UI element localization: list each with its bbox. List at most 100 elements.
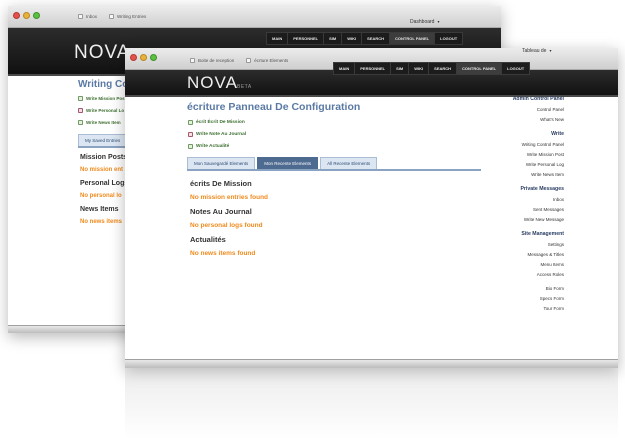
sidebar-link-writing-cp[interactable]: Writing Control Panel: [454, 142, 564, 147]
tab-all-recent-elements[interactable]: All Recente Elements: [320, 157, 378, 169]
sidebar-link-sent[interactable]: Sent Messages: [454, 207, 564, 212]
back-tab-writing[interactable]: Writing Entries: [109, 14, 146, 19]
page-icon: [78, 120, 83, 125]
page-title: écriture Panneau De Configuration: [187, 101, 361, 113]
sidebar-link-control-panel[interactable]: Control Panel: [454, 107, 564, 112]
window-controls: [13, 12, 40, 19]
nova-logo: NOVA: [187, 73, 238, 92]
page-icon: [78, 96, 83, 101]
front-site-header: NOVA BETA Main Personnel Sim Wiki Search…: [125, 62, 618, 97]
sidebar-link-specs-form[interactable]: Specs Form: [454, 296, 564, 301]
front-action-list: écrit Écrit De Mission Write Note Au Jou…: [188, 120, 246, 149]
window-controls: [130, 54, 157, 61]
back-write-mission-link[interactable]: Write Mission Pos: [78, 96, 125, 101]
back-page-title: Writing Co: [78, 79, 129, 90]
sidebar-link-settings[interactable]: Settings: [454, 242, 564, 247]
nav-personnel[interactable]: Personnel: [355, 63, 392, 74]
write-news-item-link[interactable]: Write Actualité: [188, 144, 246, 149]
sidebar-link-bio-form[interactable]: Bio Form: [454, 286, 564, 291]
back-empty-message: No personal lo: [80, 193, 122, 199]
front-window-footer: [125, 359, 618, 368]
back-content-tabs: My Saved Entries: [78, 134, 128, 148]
nav-wiki[interactable]: Wiki: [409, 63, 430, 74]
nav-personnel[interactable]: Personnel: [288, 33, 325, 44]
minimize-window-button[interactable]: [140, 54, 147, 61]
sidebar-link-write-log[interactable]: Write Personal Log: [454, 162, 564, 167]
write-personal-log-link[interactable]: Write Note Au Journal: [188, 132, 246, 137]
section-title-logs: Notes Au Journal: [190, 207, 252, 216]
window-reflection: [125, 368, 618, 439]
back-main-nav: Main Personnel Sim Wiki Search Control P…: [266, 32, 464, 45]
front-user-menu[interactable]: Tableau de ▾: [522, 48, 551, 54]
tab-saved-elements[interactable]: Mon Sauvegardé Elements: [187, 157, 256, 169]
page-icon: [109, 14, 115, 19]
tab-recent-elements[interactable]: Mon Recente Elements: [257, 157, 319, 169]
back-sections: Mission Posts No mission ent Personal Lo…: [80, 154, 128, 225]
nav-main[interactable]: Main: [267, 33, 289, 44]
zoom-window-button[interactable]: [150, 54, 157, 61]
front-tab-writing[interactable]: écrture Elements: [246, 58, 288, 63]
sidebar-link-whats-new[interactable]: What's New: [454, 117, 564, 122]
nav-logout[interactable]: Logout: [502, 63, 529, 74]
nav-main[interactable]: Main: [334, 63, 356, 74]
back-user-menu[interactable]: Dashboard ▾: [410, 19, 439, 25]
page-icon: [188, 120, 193, 125]
back-section-title: News Items: [80, 206, 119, 213]
nova-logo: NOVA: [74, 42, 131, 63]
back-tabstrip: Inbox Writing Entries: [78, 14, 146, 19]
empty-message-logs: No personal logs found: [190, 222, 263, 229]
page-icon: [190, 58, 195, 63]
nav-logout[interactable]: Logout: [435, 33, 462, 44]
front-main-nav: Main Personnel Sim Wiki Search Control P…: [333, 62, 531, 75]
sidebar-heading-messages: Private Messages: [520, 186, 564, 192]
content-sections: écrits De Mission No mission entries fou…: [190, 179, 268, 257]
sidebar-heading-write: Write: [551, 131, 564, 137]
front-browser-window: Boite de reception écrture Elements Tabl…: [125, 48, 618, 368]
beta-badge: BETA: [237, 84, 252, 90]
nav-sim[interactable]: Sim: [391, 63, 410, 74]
nav-search[interactable]: Search: [429, 63, 458, 74]
page-icon: [78, 14, 83, 19]
sidebar-link-write-news[interactable]: Write News Item: [454, 172, 564, 177]
nav-control-panel[interactable]: Control Panel: [457, 63, 503, 74]
sidebar-link-messages-titles[interactable]: Messages & Titles: [454, 252, 564, 257]
nav-wiki[interactable]: Wiki: [342, 33, 363, 44]
nav-sim[interactable]: Sim: [324, 33, 343, 44]
zoom-window-button[interactable]: [33, 12, 40, 19]
close-window-button[interactable]: [130, 54, 137, 61]
back-tab-inbox[interactable]: Inbox: [78, 14, 97, 19]
sidebar-heading-site-management: Site Management: [521, 231, 564, 237]
back-tab-saved-entries[interactable]: My Saved Entries: [78, 134, 128, 146]
nav-control-panel[interactable]: Control Panel: [390, 33, 436, 44]
sidebar-link-tour-form[interactable]: Tour Form: [454, 306, 564, 311]
content-tabs: Mon Sauvegardé Elements Mon Recente Elem…: [187, 157, 481, 171]
sidebar-link-write-mission[interactable]: Write Mission Post: [454, 152, 564, 157]
close-window-button[interactable]: [13, 12, 20, 19]
write-mission-post-link[interactable]: écrit Écrit De Mission: [188, 120, 246, 125]
minimize-window-button[interactable]: [23, 12, 30, 19]
sidebar-link-menu-items[interactable]: Menu Items: [454, 262, 564, 267]
back-section-title: Mission Posts: [80, 154, 128, 161]
front-tab-inbox[interactable]: Boite de reception: [190, 58, 234, 63]
admin-sidebar: Admin Control Panel Control Panel What's…: [454, 96, 564, 311]
sidebar-link-inbox[interactable]: Inbox: [454, 197, 564, 202]
back-section-title: Personal Logs: [80, 180, 129, 187]
note-icon: [78, 108, 83, 113]
chevron-down-icon: ▾: [437, 19, 440, 24]
chevron-down-icon: ▾: [549, 48, 552, 53]
back-write-log-link[interactable]: Write Personal Lo: [78, 108, 125, 113]
empty-message-news: No news items found: [190, 250, 256, 257]
page-icon: [246, 58, 252, 63]
empty-message-mission: No mission entries found: [190, 194, 269, 201]
back-write-news-link[interactable]: Write News Item: [78, 120, 125, 125]
section-title-news: Actualités: [190, 235, 226, 244]
nav-search[interactable]: Search: [362, 33, 391, 44]
back-empty-message: No mission ent: [80, 167, 124, 173]
front-tabstrip: Boite de reception écrture Elements: [190, 58, 288, 63]
back-empty-message: No news items: [80, 219, 123, 225]
sidebar-link-access-roles[interactable]: Access Roles: [454, 272, 564, 277]
note-icon: [188, 132, 193, 137]
sidebar-link-write-message[interactable]: Write New Message: [454, 217, 564, 222]
section-title-mission: écrits De Mission: [190, 179, 252, 188]
back-window-titlebar: Inbox Writing Entries Dashboard ▾: [8, 6, 501, 28]
